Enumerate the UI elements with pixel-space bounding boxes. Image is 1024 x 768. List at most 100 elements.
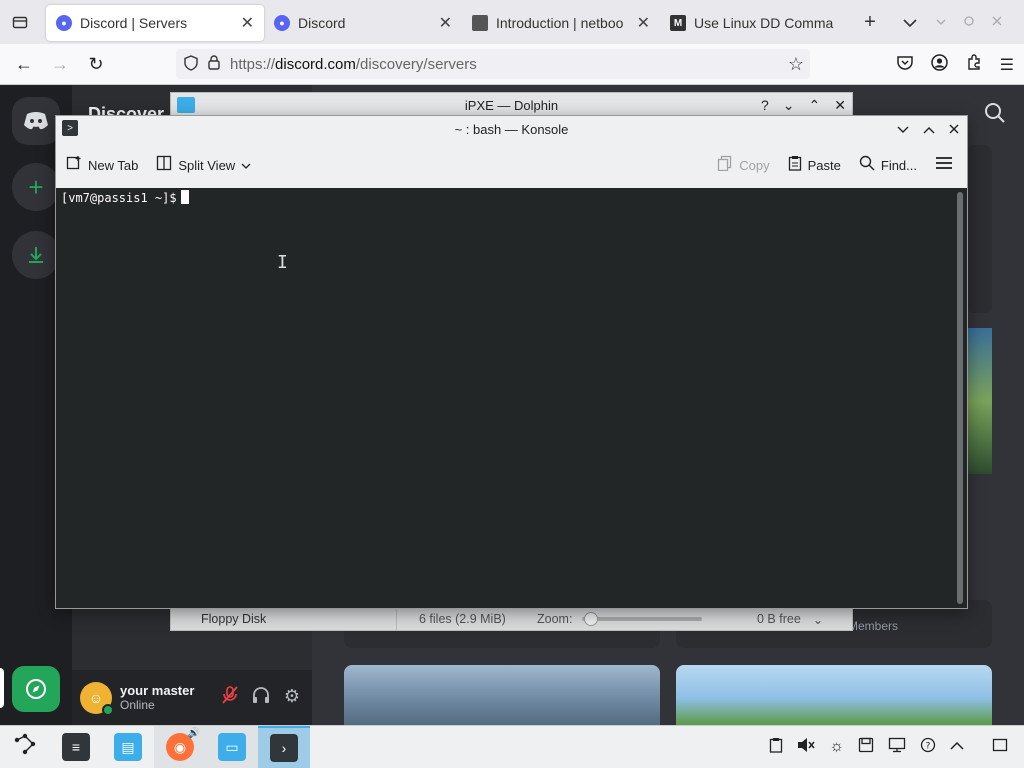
browser-tab-linux-dd[interactable]: M Use Linux DD Comma (660, 5, 850, 41)
browser-tab-discord-servers[interactable]: ● Discord | Servers ✕ (46, 5, 264, 41)
close-tab-icon[interactable]: ✕ (637, 13, 650, 33)
maximize-icon[interactable] (964, 15, 974, 29)
chevron-down-icon[interactable]: ⌄ (801, 612, 823, 627)
browser-tab-bar: ● Discord | Servers ✕ ● Discord ✕ Introd… (0, 0, 1024, 44)
network-icon[interactable] (888, 737, 906, 758)
split-view-label: Split View (178, 157, 236, 173)
konsole-toolbar: New Tab Split View Copy Paste Find... (56, 142, 967, 188)
server-banner-image[interactable] (676, 665, 992, 725)
copy-button[interactable]: Copy (717, 155, 770, 175)
storage-icon[interactable] (858, 737, 874, 758)
taskbar-dolphin[interactable]: ▭ (206, 725, 258, 768)
selected-indicator (0, 668, 4, 708)
hamburger-menu-icon (935, 156, 953, 174)
help-icon[interactable]: ? (761, 97, 769, 114)
close-window-icon[interactable] (992, 15, 1002, 29)
shield-icon[interactable] (184, 54, 198, 74)
dolphin-window-title: iPXE — Dolphin (464, 97, 559, 113)
headphones-icon[interactable] (252, 686, 270, 709)
konsole-titlebar[interactable]: > ~ : bash — Konsole (56, 116, 967, 142)
browser-tab-netboot[interactable]: Introduction | netboo ✕ (462, 5, 660, 41)
chevron-up-icon[interactable] (950, 738, 964, 756)
close-window-icon[interactable]: ✕ (834, 97, 846, 114)
settings-sliders-icon: ≡ (62, 733, 90, 761)
members-count-label: Members (848, 619, 899, 633)
back-button[interactable]: ← (6, 54, 42, 75)
download-apps-icon[interactable] (12, 231, 60, 279)
discord-home-icon[interactable] (12, 97, 60, 145)
close-window-icon[interactable] (949, 122, 959, 137)
close-tab-icon[interactable]: ✕ (241, 13, 254, 33)
taskbar-discover[interactable]: ▤ (102, 726, 154, 768)
avatar[interactable]: ☺ (80, 681, 114, 716)
account-icon[interactable] (930, 53, 948, 76)
taskbar-konsole[interactable]: › (258, 725, 310, 768)
paste-icon (788, 155, 802, 175)
server-banner-image[interactable] (344, 665, 660, 725)
brightness-icon[interactable]: ☼ (829, 738, 844, 756)
list-all-tabs-button[interactable] (890, 11, 930, 34)
places-item-floppy-disk[interactable]: Floppy Disk (171, 608, 397, 630)
store-bag-icon: ▤ (114, 733, 142, 761)
add-server-icon[interactable]: + (12, 163, 60, 211)
window-controls (936, 0, 1024, 44)
hamburger-menu-button[interactable] (935, 156, 953, 174)
discord-icon: ● (56, 15, 72, 31)
volume-muted-icon[interactable] (797, 737, 815, 758)
svg-text:?: ? (926, 741, 931, 751)
new-tab-button[interactable]: New Tab (66, 155, 138, 175)
clipboard-icon[interactable] (769, 737, 783, 758)
mouse-ibeam-cursor-icon: I (277, 252, 288, 273)
hamburger-menu-icon[interactable]: ☰ (1000, 55, 1014, 75)
split-view-button[interactable]: Split View (156, 155, 251, 175)
extensions-icon[interactable] (966, 54, 982, 75)
terminal-scrollbar[interactable] (957, 192, 963, 604)
browser-nav-bar: ← → ↻ https://discord.com/discovery/serv… (0, 44, 1024, 85)
pocket-icon[interactable] (896, 55, 913, 75)
find-button[interactable]: Find... (859, 155, 917, 175)
server-card[interactable] (966, 145, 992, 313)
discord-icon: ● (274, 15, 290, 31)
new-tab-label: New Tab (88, 157, 139, 173)
medium-icon: M (670, 15, 686, 31)
help-icon[interactable]: ? (920, 737, 936, 758)
taskbar-firefox[interactable]: ◉ 🔊 (154, 725, 206, 768)
firefox-view-icon[interactable] (0, 0, 40, 44)
new-tab-button[interactable]: + (850, 11, 890, 34)
reload-button[interactable]: ↻ (78, 54, 114, 75)
maximize-icon[interactable]: ⌃ (809, 97, 821, 114)
speaker-playing-icon: 🔊 (187, 727, 200, 739)
maximize-icon[interactable] (923, 122, 935, 137)
file-count: 6 files (2.9 MiB) (419, 612, 506, 626)
server-banner-image (966, 328, 992, 474)
netboot-icon (472, 15, 488, 31)
minimize-icon[interactable] (936, 15, 946, 29)
application-launcher-icon[interactable] (0, 733, 50, 761)
zoom-slider[interactable] (582, 612, 703, 626)
show-desktop-icon[interactable] (992, 738, 1008, 757)
search-icon[interactable] (984, 102, 1006, 130)
zoom-control: Zoom: (537, 612, 747, 626)
terminal-icon[interactable]: > (62, 120, 78, 136)
browser-tab-discord[interactable]: ● Discord ✕ (264, 5, 462, 41)
explore-servers-icon[interactable] (12, 666, 60, 712)
url-bar[interactable]: https://discord.com/discovery/servers ☆ (176, 49, 810, 79)
paste-button[interactable]: Paste (788, 155, 841, 175)
bookmark-star-icon[interactable]: ☆ (788, 54, 804, 75)
taskbar-system-settings[interactable]: ≡ (50, 726, 102, 768)
close-tab-icon[interactable]: ✕ (439, 13, 452, 33)
mute-microphone-icon[interactable] (222, 686, 238, 709)
url-text[interactable]: https://discord.com/discovery/servers (230, 56, 477, 73)
url-prefix: https:// (230, 55, 276, 73)
minimize-icon[interactable] (897, 122, 909, 137)
minimize-icon[interactable]: ⌄ (783, 97, 795, 114)
folder-icon: ▭ (218, 733, 246, 761)
new-tab-icon (66, 155, 82, 175)
user-status: Online (120, 698, 155, 712)
tab-title: Introduction | netboo (496, 15, 624, 31)
terminal-area[interactable]: [vm7@passis1 ~]$ (56, 188, 967, 608)
lock-icon[interactable] (208, 55, 220, 73)
user-settings-gear-icon[interactable]: ⚙ (284, 686, 300, 709)
forward-button[interactable]: → (42, 54, 78, 75)
chevron-down-icon (241, 158, 251, 173)
